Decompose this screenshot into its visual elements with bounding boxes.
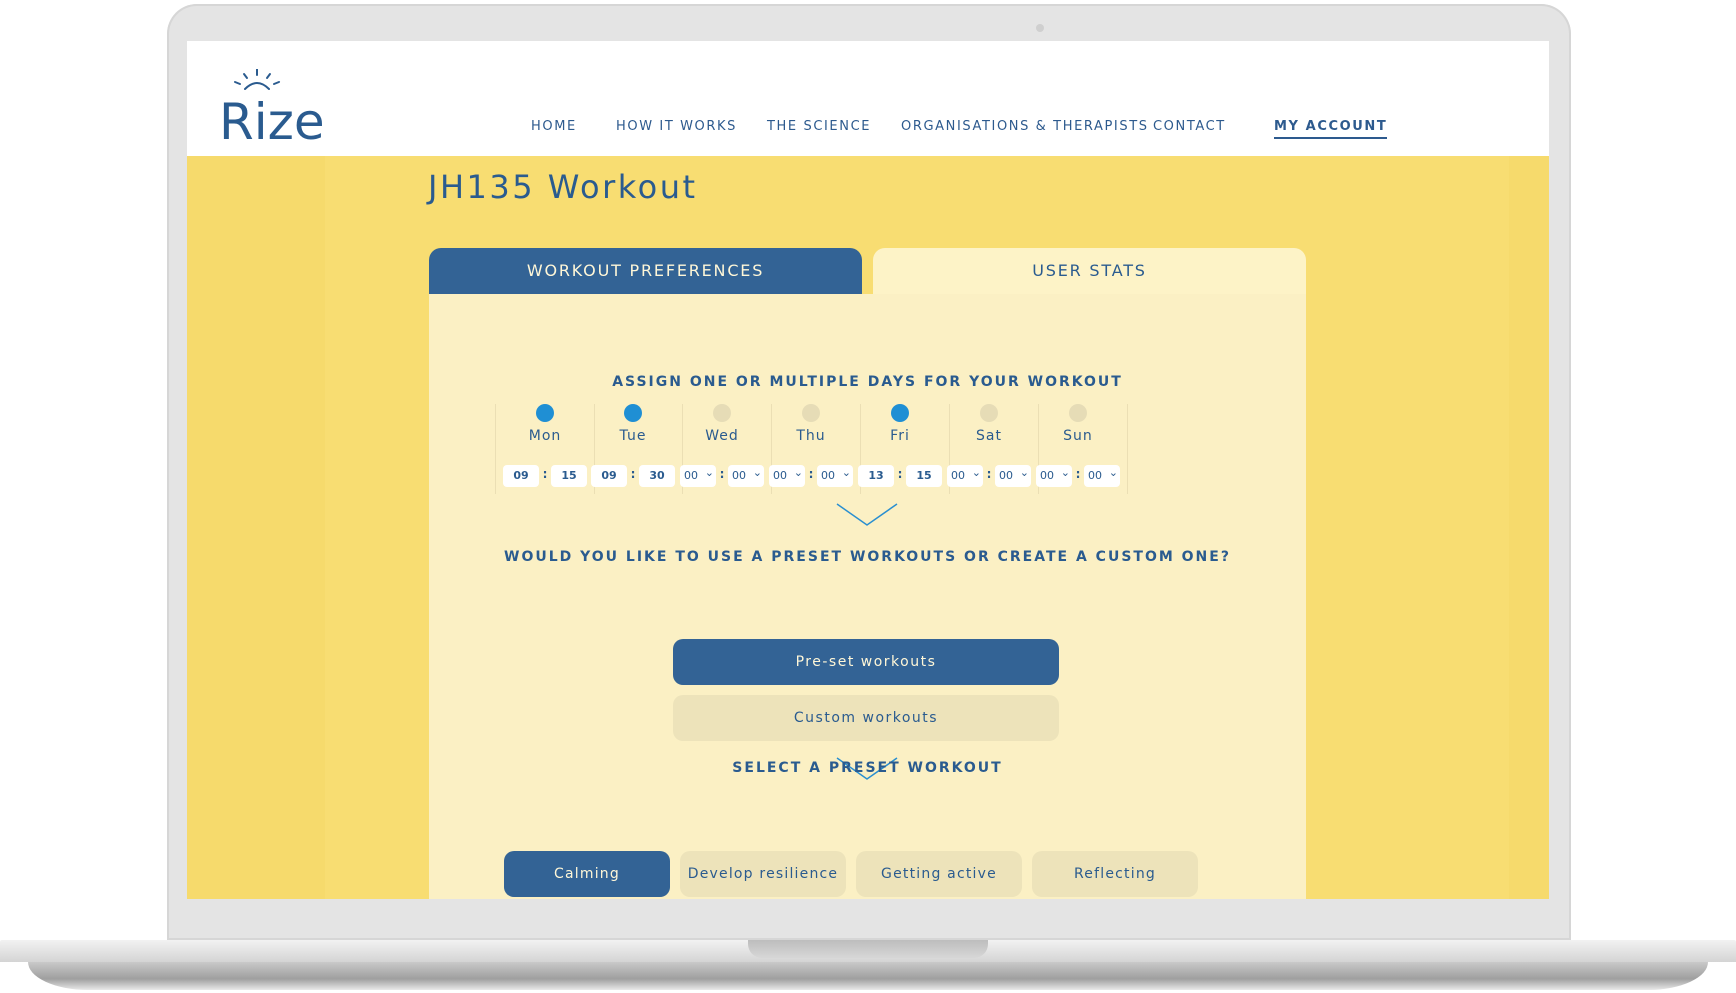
mode-heading: WOULD YOU LIKE TO USE A PRESET WORKOUTS … (504, 549, 1231, 565)
preset-getting-active[interactable]: Getting active (856, 851, 1022, 897)
day-thu: Thu 00 : 00 (762, 404, 861, 494)
time-separator: : (630, 467, 636, 481)
nav-how-it-works[interactable]: HOW IT WORKS (616, 119, 737, 134)
browser-screen: Rize HOME HOW IT WORKS THE SCIENCE ORGAN… (187, 41, 1549, 899)
minute-field[interactable]: 15 (551, 465, 587, 487)
minute-select[interactable]: 00 (1084, 462, 1120, 487)
tab-user-stats[interactable]: USER STATS (873, 248, 1306, 294)
time-separator: : (719, 467, 725, 481)
site-header: Rize HOME HOW IT WORKS THE SCIENCE ORGAN… (187, 41, 1549, 156)
hour-select[interactable]: 00 (947, 462, 983, 487)
day-label: Thu (796, 428, 826, 444)
day-toggle-sun[interactable] (1069, 404, 1087, 422)
preset-reflecting[interactable]: Reflecting (1032, 851, 1198, 897)
preset-calming[interactable]: Calming (504, 851, 670, 897)
minute-field[interactable]: 15 (906, 465, 942, 487)
tab-workout-preferences[interactable]: WORKOUT PREFERENCES (429, 248, 862, 294)
day-label: Mon (528, 428, 562, 444)
chevron-down-icon (836, 503, 898, 526)
hour-select[interactable]: 00 (680, 462, 716, 487)
day-toggle-fri[interactable] (891, 404, 909, 422)
day-label: Sat (976, 428, 1002, 444)
day-toggle-wed[interactable] (713, 404, 731, 422)
day-label: Fri (890, 428, 910, 444)
time-separator: : (986, 467, 992, 481)
nav-home[interactable]: HOME (531, 119, 577, 134)
nav-the-science[interactable]: THE SCIENCE (767, 119, 871, 134)
preset-workouts-button[interactable]: Pre-set workouts (673, 639, 1059, 685)
time-separator: : (808, 467, 814, 481)
hour-select[interactable]: 00 (1036, 462, 1072, 487)
time-separator: : (1075, 467, 1081, 481)
laptop-base-edge (28, 962, 1708, 990)
day-sat: Sat 00 : 00 (940, 404, 1039, 494)
day-label: Tue (619, 428, 647, 444)
day-label: Sun (1063, 428, 1093, 444)
hour-field[interactable]: 09 (503, 465, 539, 487)
day-label: Wed (705, 428, 739, 444)
day-sun: Sun 00 : 00 (1029, 404, 1128, 494)
preset-heading: SELECT A PRESET WORKOUT (732, 760, 1003, 776)
day-mon: Mon 09 : 15 (495, 404, 595, 494)
main-nav: HOME HOW IT WORKS THE SCIENCE ORGANISATI… (187, 119, 1549, 139)
day-wed: Wed 00 : 00 (673, 404, 772, 494)
day-toggle-thu[interactable] (802, 404, 820, 422)
time-separator: : (897, 467, 903, 481)
time-separator: : (542, 467, 548, 481)
hour-select[interactable]: 00 (769, 462, 805, 487)
custom-workouts-button[interactable]: Custom workouts (673, 695, 1059, 741)
hour-field[interactable]: 09 (591, 465, 627, 487)
day-toggle-sat[interactable] (980, 404, 998, 422)
day-tue: Tue 09 : 30 (584, 404, 683, 494)
minute-select[interactable]: 00 (995, 462, 1031, 487)
day-toggle-tue[interactable] (624, 404, 642, 422)
workout-preferences-panel: ASSIGN ONE OR MULTIPLE DAYS FOR YOUR WOR… (429, 294, 1306, 899)
camera-icon (1036, 24, 1044, 32)
nav-my-account[interactable]: MY ACCOUNT (1274, 119, 1388, 139)
page-title: JH135 Workout (428, 168, 698, 206)
minute-select[interactable]: 00 (728, 462, 764, 487)
day-fri: Fri 13 : 15 (851, 404, 950, 494)
laptop-opening-notch (748, 940, 988, 958)
day-toggle-mon[interactable] (536, 404, 554, 422)
preset-develop-resilience[interactable]: Develop resilience (680, 851, 846, 897)
minute-field[interactable]: 30 (639, 465, 675, 487)
days-heading: ASSIGN ONE OR MULTIPLE DAYS FOR YOUR WOR… (612, 374, 1123, 390)
hour-field[interactable]: 13 (858, 465, 894, 487)
minute-select[interactable]: 00 (817, 462, 853, 487)
nav-contact[interactable]: CONTACT (1153, 119, 1226, 134)
nav-organisations-therapists[interactable]: ORGANISATIONS & THERAPISTS (901, 119, 1149, 134)
